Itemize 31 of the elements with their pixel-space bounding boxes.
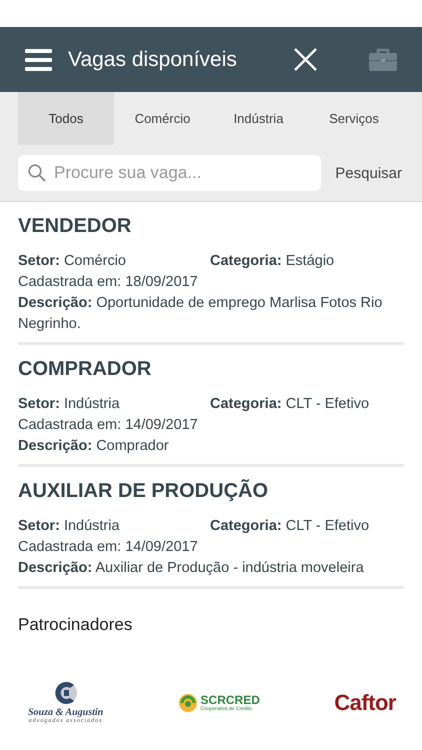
search-icon bbox=[28, 164, 46, 182]
job-card[interactable]: AUXILIAR DE PRODUÇÃO Setor: Indústria Categoria: CLT - Efetivo Cadastrada em: 14/09/2017 Descrição: Auxiliar de Produção - indústria moveleira bbox=[18, 467, 404, 589]
filter-tab[interactable]: Todos bbox=[18, 92, 114, 145]
menu-icon[interactable] bbox=[25, 48, 52, 70]
job-category: Categoria: CLT - Efetivo bbox=[210, 395, 370, 414]
filter-tab[interactable]: Serviços bbox=[306, 92, 402, 145]
job-title: AUXILIAR DE PRODUÇÃO bbox=[18, 478, 270, 504]
sponsor-logo[interactable]: Caftor bbox=[334, 690, 396, 716]
job-card[interactable]: COMPRADOR Setor: Indústria Categoria: CLT - Efetivo Cadastrada em: 14/09/2017 Descrição: Comprador bbox=[18, 345, 404, 467]
job-title: VENDEDOR bbox=[18, 214, 132, 239]
job-date: Cadastrada em: 14/09/2017 bbox=[18, 416, 199, 435]
job-description: Descrição: Oportunidade de emprego Marlisa Fotos Rio Negrinho. bbox=[18, 294, 384, 334]
job-sector: Setor: Indústria bbox=[18, 395, 121, 414]
section-heading: Patrocinadores bbox=[18, 615, 134, 635]
filter-tab[interactable]: Indústria bbox=[211, 92, 306, 145]
close-icon[interactable] bbox=[294, 48, 317, 71]
job-card[interactable]: VENDEDOR Setor: Comércio Categoria: Estágio Cadastrada em: 18/09/2017 Descrição: Oportunidade de emprego Marlisa Fotos Rio Negrinho. bbox=[18, 202, 404, 345]
job-description: Descrição: Auxiliar de Produção - indústria moveleira bbox=[18, 559, 365, 578]
screen-title: Vagas disponíveis bbox=[68, 48, 238, 72]
job-description: Descrição: Comprador bbox=[18, 437, 170, 456]
search-button[interactable]: Pesquisar bbox=[333, 164, 404, 182]
search-field[interactable]: Procure sua vaga... bbox=[18, 155, 321, 191]
job-category: Categoria: CLT - Efetivo bbox=[210, 517, 370, 536]
job-category: Categoria: Estágio bbox=[210, 252, 334, 271]
job-date: Cadastrada em: 18/09/2017 bbox=[18, 273, 199, 292]
filter-tab[interactable]: Comércio bbox=[114, 92, 211, 145]
job-sector: Setor: Comércio bbox=[18, 252, 127, 271]
job-title: COMPRADOR bbox=[18, 357, 152, 382]
job-date: Cadastrada em: 14/09/2017 bbox=[18, 538, 199, 557]
job-sector: Setor: Indústria bbox=[18, 517, 121, 536]
emblem-icon bbox=[54, 681, 77, 705]
